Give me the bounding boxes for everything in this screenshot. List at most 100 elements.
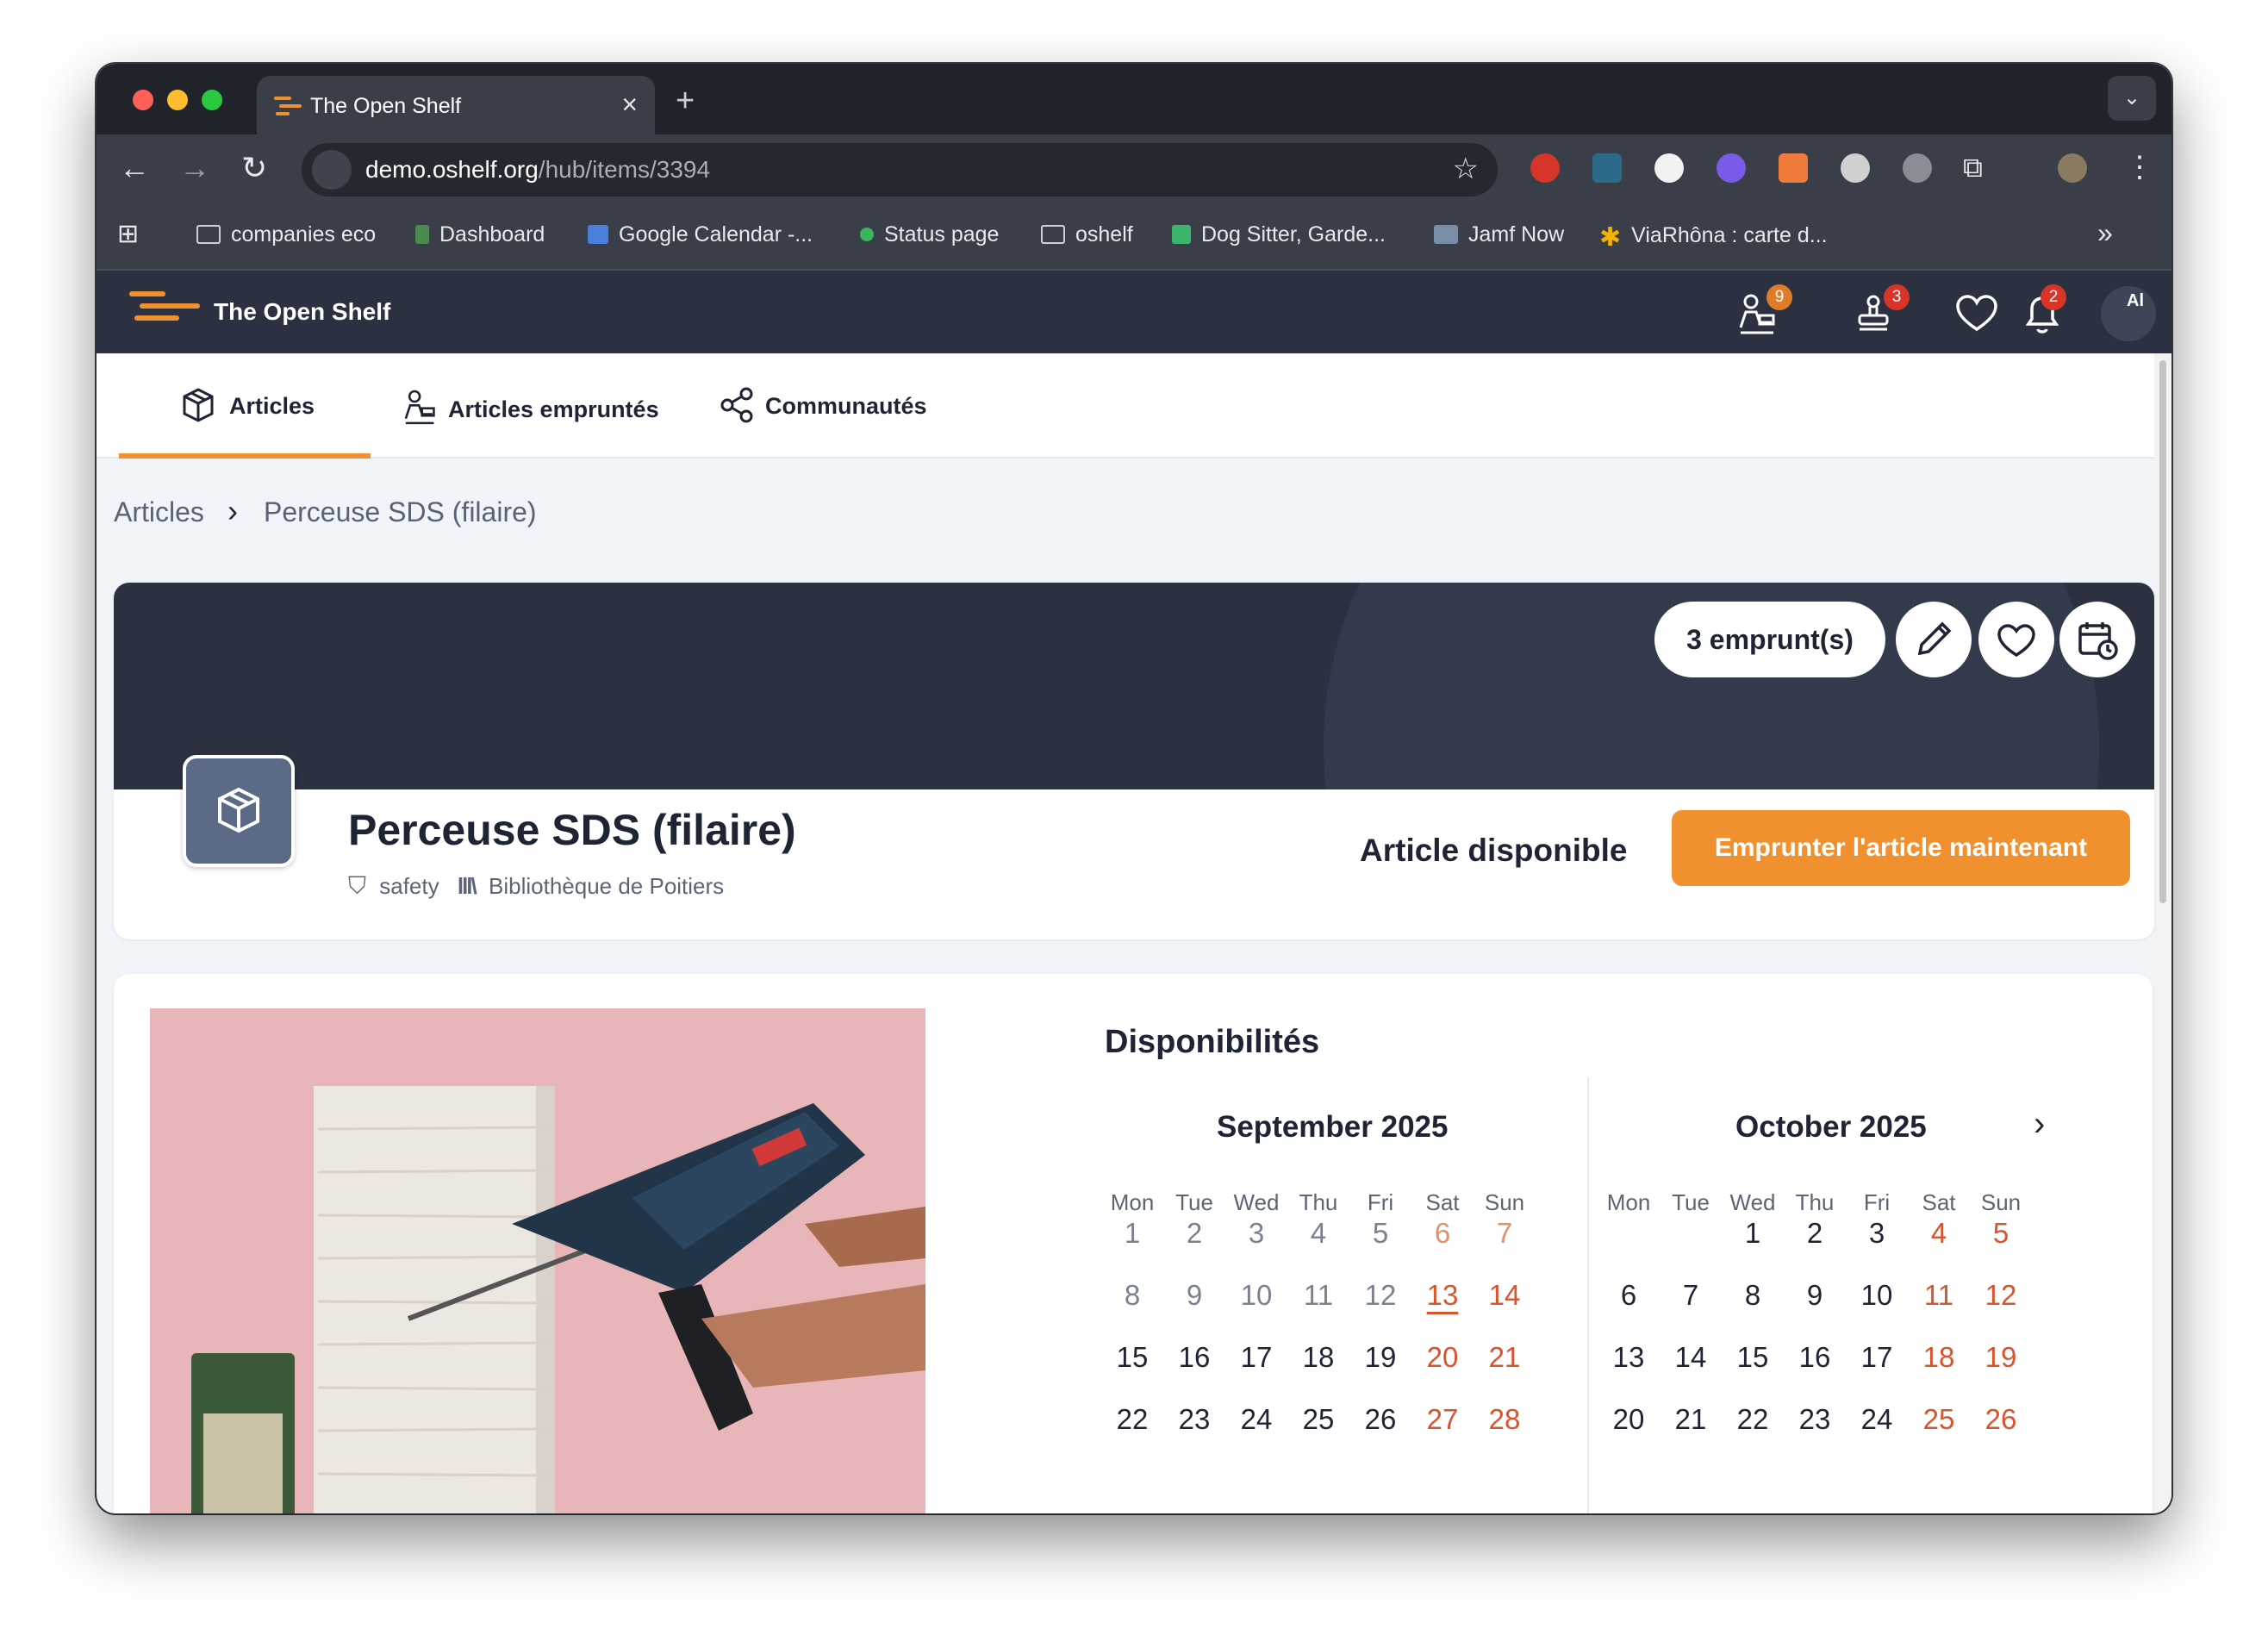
calendar-day[interactable]: 14 [1660, 1341, 1722, 1374]
user-avatar[interactable]: Al [2101, 286, 2156, 341]
favorites-heart-icon[interactable] [1953, 290, 2001, 338]
calendar-day[interactable]: 12 [1349, 1279, 1411, 1312]
calendar-day[interactable]: 9 [1163, 1279, 1225, 1312]
notifications-bell-icon[interactable]: 2 [2018, 284, 2066, 338]
calendar-day[interactable]: 19 [1970, 1341, 2032, 1374]
close-window-button[interactable] [133, 90, 153, 110]
page-scrollbar[interactable] [2154, 353, 2171, 1513]
calendar-day[interactable]: 23 [1784, 1403, 1846, 1436]
calendar-day[interactable]: 7 [1660, 1279, 1722, 1312]
profile-avatar-icon[interactable] [2058, 153, 2087, 183]
edit-pencil-icon[interactable] [1896, 602, 1972, 677]
borrowed-items-icon[interactable]: 9 [1734, 284, 1792, 338]
calendar-day[interactable]: 5 [1349, 1217, 1411, 1250]
calendar-day[interactable]: 3 [1846, 1217, 1908, 1250]
extension-adblock-icon[interactable] [1530, 153, 1560, 183]
tab-articles-empruntes[interactable]: Articles empruntés [400, 386, 659, 427]
calendar-day[interactable]: 8 [1722, 1279, 1784, 1312]
reload-icon[interactable]: ↻ [241, 150, 267, 186]
tab-articles[interactable]: Articles [179, 386, 315, 424]
calendar-day[interactable]: 21 [1660, 1403, 1722, 1436]
next-month-chevron-icon[interactable]: › [2034, 1105, 2045, 1144]
tab-communautes[interactable]: Communautés [719, 386, 927, 424]
calendar-day[interactable]: 26 [1970, 1403, 2032, 1436]
calendar-day[interactable]: 1 [1101, 1217, 1163, 1250]
calendar-day[interactable]: 26 [1349, 1403, 1411, 1436]
calendar-day[interactable]: 14 [1474, 1279, 1536, 1312]
loans-count-button[interactable]: 3 emprunt(s) [1654, 602, 1885, 677]
back-arrow-icon[interactable]: ← [119, 150, 150, 186]
bookmark-companies-eco[interactable]: companies eco [196, 222, 376, 247]
address-bar[interactable]: demo.oshelf.org/hub/items/3394 ☆ [302, 143, 1498, 197]
calendar-clock-icon[interactable] [2059, 602, 2135, 677]
calendar-day[interactable]: 21 [1474, 1341, 1536, 1374]
calendar-day[interactable]: 2 [1163, 1217, 1225, 1250]
browser-menu-icon[interactable]: ⋮ [2125, 150, 2154, 184]
borrow-now-button[interactable]: Emprunter l'article maintenant [1672, 810, 2130, 886]
calendar-day[interactable]: 24 [1225, 1403, 1287, 1436]
zoom-window-button[interactable] [202, 90, 222, 110]
favorite-heart-icon[interactable] [1978, 602, 2054, 677]
app-title[interactable]: The Open Shelf [214, 298, 390, 326]
bookmark-star-icon[interactable]: ☆ [1453, 152, 1479, 186]
bookmark-viarhona[interactable]: ✱ ViaRhôna : carte d... [1599, 222, 1828, 252]
calendar-day[interactable]: 5 [1970, 1217, 2032, 1250]
forward-arrow-icon[interactable]: → [179, 150, 210, 186]
extension-dots-icon[interactable] [1654, 153, 1684, 183]
bookmark-jamf-now[interactable]: Jamf Now [1434, 222, 1564, 247]
calendar-day[interactable]: 10 [1225, 1279, 1287, 1312]
calendar-day[interactable]: 18 [1287, 1341, 1349, 1374]
calendar-day[interactable]: 22 [1722, 1403, 1784, 1436]
calendar-day[interactable]: 8 [1101, 1279, 1163, 1312]
url-text[interactable]: demo.oshelf.org/hub/items/3394 [365, 156, 710, 184]
calendar-day[interactable]: 17 [1225, 1341, 1287, 1374]
bookmark-dashboard[interactable]: Dashboard [415, 222, 545, 247]
bookmark-status-page[interactable]: Status page [860, 222, 999, 247]
calendar-day[interactable]: 11 [1908, 1279, 1970, 1312]
stamp-icon[interactable]: 3 [1851, 284, 1910, 338]
site-settings-icon[interactable] [312, 150, 352, 190]
new-tab-button[interactable]: + [676, 83, 695, 120]
calendar-day[interactable]: 16 [1163, 1341, 1225, 1374]
calendar-day[interactable]: 7 [1474, 1217, 1536, 1250]
calendar-day[interactable]: 1 [1722, 1217, 1784, 1250]
browser-tab[interactable]: The Open Shelf × [257, 76, 655, 134]
extension-bolt-icon[interactable] [1779, 153, 1808, 183]
extensions-puzzle-icon[interactable]: ⧉ [1963, 152, 1983, 184]
calendar-day[interactable]: 28 [1474, 1403, 1536, 1436]
close-tab-icon[interactable]: × [621, 89, 638, 121]
calendar-day[interactable]: 12 [1970, 1279, 2032, 1312]
extension-bars-icon[interactable] [1592, 153, 1622, 183]
calendar-day[interactable]: 9 [1784, 1279, 1846, 1312]
item-library[interactable]: Bibliothèque de Poitiers [489, 873, 724, 899]
calendar-day[interactable]: 15 [1101, 1341, 1163, 1374]
calendar-day[interactable]: 25 [1908, 1403, 1970, 1436]
calendar-day[interactable]: 18 [1908, 1341, 1970, 1374]
calendar-day[interactable]: 13 [1598, 1341, 1660, 1374]
calendar-day[interactable]: 20 [1411, 1341, 1474, 1374]
minimize-window-button[interactable] [167, 90, 188, 110]
calendar-day[interactable]: 22 [1101, 1403, 1163, 1436]
calendar-day[interactable]: 17 [1846, 1341, 1908, 1374]
bookmark-oshelf[interactable]: oshelf [1041, 222, 1133, 247]
extension-gear-icon[interactable] [1841, 153, 1870, 183]
calendar-day[interactable]: 6 [1411, 1217, 1474, 1250]
calendar-day[interactable]: 13 [1411, 1279, 1474, 1312]
bookmark-google-calendar[interactable]: Google Calendar -... [588, 222, 813, 247]
extension-block-icon[interactable] [1717, 153, 1746, 183]
calendar-day[interactable]: 16 [1784, 1341, 1846, 1374]
scrollbar-thumb[interactable] [2159, 360, 2166, 903]
calendar-day[interactable]: 20 [1598, 1403, 1660, 1436]
extension-in-icon[interactable] [1903, 153, 1932, 183]
breadcrumb-articles[interactable]: Articles [114, 496, 204, 528]
more-bookmarks-icon[interactable]: » [2097, 217, 2113, 249]
calendar-day[interactable]: 15 [1722, 1341, 1784, 1374]
calendar-day[interactable]: 4 [1908, 1217, 1970, 1250]
apps-grid-icon[interactable]: ⊞ [117, 219, 139, 249]
calendar-day[interactable]: 23 [1163, 1403, 1225, 1436]
calendar-day[interactable]: 25 [1287, 1403, 1349, 1436]
calendar-day[interactable]: 4 [1287, 1217, 1349, 1250]
calendar-day[interactable]: 2 [1784, 1217, 1846, 1250]
calendar-day[interactable]: 27 [1411, 1403, 1474, 1436]
calendar-day[interactable]: 10 [1846, 1279, 1908, 1312]
